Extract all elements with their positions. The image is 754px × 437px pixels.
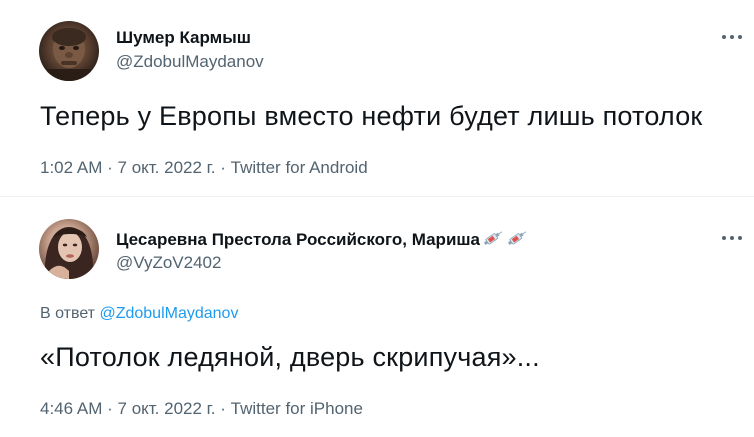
author-name-text: Цесаревна Престола Российского, Мариша xyxy=(116,229,481,249)
avatar[interactable] xyxy=(39,219,99,279)
tweet-text: Теперь у Европы вместо нефти будет лишь … xyxy=(40,101,703,131)
author-name[interactable]: Шумер Кармыш xyxy=(116,28,251,48)
meta-separator: · xyxy=(107,158,113,177)
syringe-icon xyxy=(506,229,528,252)
author-handle[interactable]: @ZdobulMaydanov xyxy=(116,52,264,72)
dot xyxy=(738,35,742,39)
more-options-icon[interactable] xyxy=(722,235,742,241)
meta-separator: · xyxy=(220,399,226,418)
reply-prefix: В ответ xyxy=(40,305,96,322)
tweet-date[interactable]: 7 окт. 2022 г. xyxy=(118,158,216,177)
dot xyxy=(730,236,734,240)
tweet-card[interactable]: Шумер Кармыш @ZdobulMaydanov Теперь у Ев… xyxy=(0,0,754,196)
avatar-image xyxy=(47,28,91,81)
syringe-icon xyxy=(482,229,504,252)
tweet-meta: 1:02 AM · 7 окт. 2022 г. · Twitter for A… xyxy=(40,158,368,178)
tweet-source[interactable]: Twitter for iPhone xyxy=(231,399,363,418)
author-handle[interactable]: @VyZoV2402 xyxy=(116,253,221,273)
tweet-time[interactable]: 1:02 AM xyxy=(40,158,102,177)
tweet-date[interactable]: 7 окт. 2022 г. xyxy=(118,399,216,418)
avatar[interactable] xyxy=(39,21,99,81)
meta-separator: · xyxy=(107,399,113,418)
tweet-source[interactable]: Twitter for Android xyxy=(231,158,368,177)
reply-context: В ответ @ZdobulMaydanov xyxy=(40,305,238,323)
dot xyxy=(738,236,742,240)
dot xyxy=(722,236,726,240)
avatar-image xyxy=(44,227,94,279)
tweet-card[interactable]: Цесаревна Престола Российского, Мариша @… xyxy=(0,197,754,437)
meta-separator: · xyxy=(220,158,226,177)
tweet-time[interactable]: 4:46 AM xyxy=(40,399,102,418)
tweet-meta: 4:46 AM · 7 окт. 2022 г. · Twitter for i… xyxy=(40,399,363,419)
tweet-text: «Потолок ледяной, дверь скрипучая»... xyxy=(40,342,540,372)
dot xyxy=(722,35,726,39)
reply-mention-link[interactable]: @ZdobulMaydanov xyxy=(99,305,238,322)
more-options-icon[interactable] xyxy=(722,34,742,40)
author-name[interactable]: Цесаревна Престола Российского, Мариша xyxy=(116,229,528,252)
dot xyxy=(730,35,734,39)
